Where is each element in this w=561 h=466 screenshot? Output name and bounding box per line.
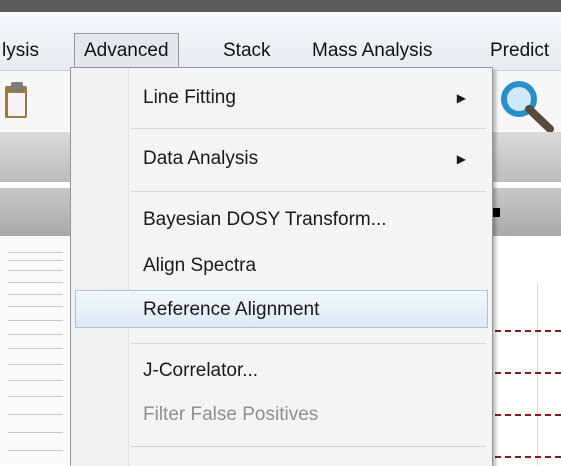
- grid-line: [537, 284, 538, 465]
- plot-marker: [493, 208, 500, 217]
- menu-item-label: Filter False Positives: [143, 404, 319, 425]
- menu-item-filter-false-positives: Filter False Positives: [75, 396, 488, 434]
- menu-item-line-fitting[interactable]: Line Fitting ▶: [75, 79, 488, 117]
- menu-item-label: Reference Alignment: [143, 299, 320, 320]
- menu-item-label: Line Fitting: [143, 87, 236, 108]
- plot-trace: [495, 414, 561, 416]
- menu-item-reference-alignment[interactable]: Reference Alignment: [75, 290, 488, 328]
- menu-predict[interactable]: Predict: [490, 35, 549, 67]
- menu-advanced[interactable]: Advanced: [74, 33, 179, 69]
- plot-trace: [495, 372, 561, 374]
- menu-separator: [131, 191, 486, 192]
- menu-separator: [131, 343, 486, 344]
- menu-item-j-correlator[interactable]: J-Correlator...: [75, 352, 488, 390]
- menu-separator: [131, 128, 486, 129]
- advanced-dropdown-menu: Line Fitting ▶ Data Analysis ▶ Bayesian …: [70, 67, 493, 466]
- plot-area[interactable]: [490, 236, 561, 465]
- search-icon[interactable]: [495, 73, 555, 133]
- window-top-band: [0, 0, 561, 12]
- menu-item-align-spectra[interactable]: Align Spectra: [75, 247, 488, 285]
- menu-mass-analysis[interactable]: Mass Analysis: [312, 35, 432, 67]
- menu-item-data-analysis[interactable]: Data Analysis ▶: [75, 140, 488, 178]
- menu-stack[interactable]: Stack: [223, 35, 271, 67]
- plot-border-line: [500, 212, 561, 213]
- clipboard-icon[interactable]: [5, 80, 27, 118]
- plot-trace: [495, 456, 561, 458]
- menu-item-label: J-Correlator...: [143, 360, 259, 381]
- left-scale-panel: [0, 236, 68, 465]
- plot-trace: [495, 330, 561, 332]
- menu-item-label: Bayesian DOSY Transform...: [143, 209, 387, 230]
- chevron-right-icon: ▶: [456, 152, 466, 166]
- menu-bar: lysis Advanced Stack Mass Analysis Predi…: [0, 12, 561, 71]
- menu-item-label: Align Spectra: [143, 255, 257, 276]
- menu-analysis[interactable]: lysis: [2, 35, 39, 67]
- menu-item-bayesian-dosy[interactable]: Bayesian DOSY Transform...: [75, 201, 488, 239]
- menu-item-label: Data Analysis: [143, 148, 259, 169]
- chevron-right-icon: ▶: [456, 91, 466, 105]
- menu-separator: [131, 446, 486, 447]
